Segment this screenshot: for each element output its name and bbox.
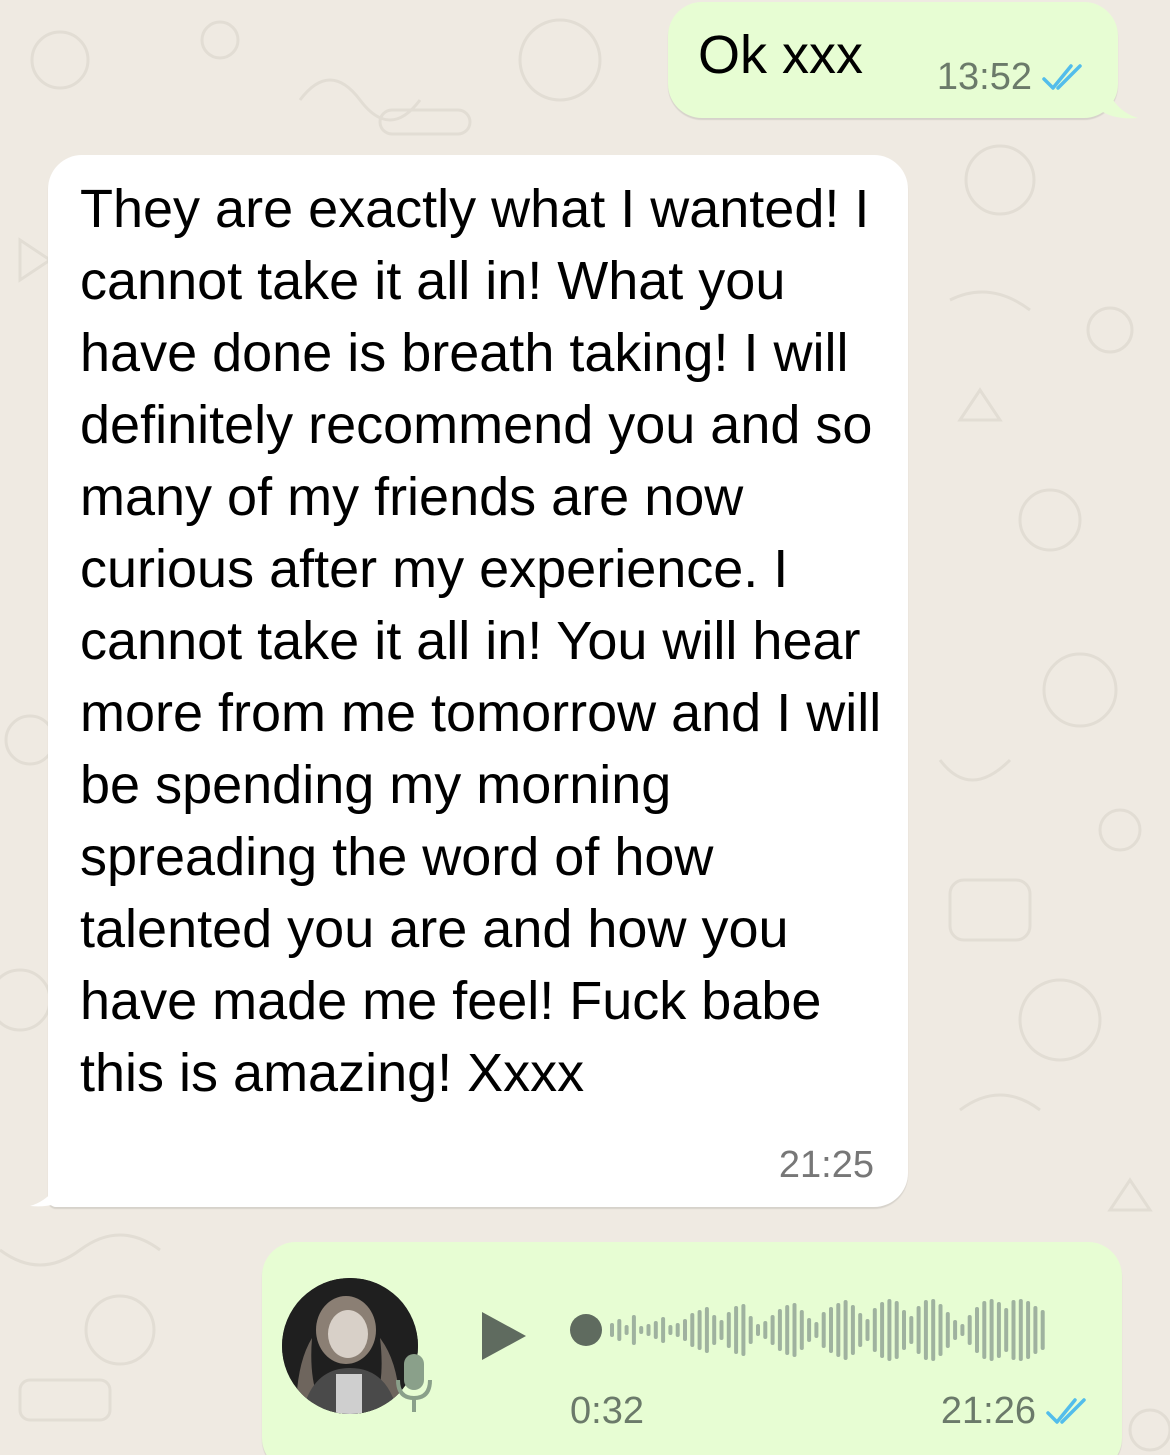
waveform-bar [1033, 1306, 1038, 1354]
waveform-bar [734, 1306, 739, 1354]
waveform-bar [690, 1313, 695, 1347]
waveform-bar [617, 1319, 622, 1341]
waveform-bar [653, 1321, 658, 1339]
waveform-bar [953, 1320, 958, 1340]
waveform-bar [982, 1301, 987, 1359]
message-time: 21:25 [778, 1144, 874, 1186]
waveform-bar [631, 1315, 636, 1345]
voice-duration: 0:32 [570, 1390, 644, 1432]
waveform-bar [748, 1316, 753, 1344]
waveform-bar [610, 1323, 614, 1337]
incoming-message-bubble[interactable]: They are exactly what I wanted! I cannot… [48, 155, 908, 1207]
waveform-bar [975, 1307, 979, 1353]
waveform-bar [923, 1300, 928, 1360]
waveform-bar [1018, 1299, 1023, 1361]
waveform-bar [945, 1312, 950, 1348]
waveform-bar [931, 1299, 936, 1361]
playback-scrubber [570, 1314, 602, 1346]
waveform-bar [1040, 1310, 1045, 1350]
message-text: Ok xxx [698, 25, 864, 85]
waveform-bar [661, 1317, 666, 1343]
microphone-icon [396, 1354, 432, 1412]
incoming-bubble-tail [30, 1160, 68, 1207]
waveform-bar [814, 1322, 819, 1338]
double-check-read-icon [1042, 63, 1082, 90]
waveform-bar [763, 1321, 768, 1339]
waveform-bar [960, 1324, 965, 1336]
waveform-bar [989, 1299, 994, 1361]
waveform-bar [894, 1301, 899, 1359]
waveform-bar [756, 1324, 760, 1336]
waveform-bar [858, 1313, 863, 1347]
waveform-bar [683, 1319, 687, 1341]
waveform-bar [996, 1302, 1001, 1358]
waveform-bar [880, 1302, 885, 1358]
audio-waveform[interactable] [570, 1294, 1070, 1366]
waveform-bar [829, 1307, 833, 1353]
waveform-bar [770, 1315, 775, 1345]
waveform-bar [675, 1323, 680, 1337]
waveform-bar [967, 1315, 972, 1345]
waveform-bar [719, 1320, 724, 1340]
waveform-bar [712, 1315, 717, 1345]
waveform-bar [741, 1304, 746, 1356]
outgoing-bubble-tail [1100, 70, 1138, 119]
waveform-bar [785, 1305, 790, 1355]
waveform-bar [1004, 1308, 1009, 1352]
waveform-bar [902, 1310, 906, 1350]
waveform-bar [624, 1325, 629, 1335]
waveform-bar [850, 1305, 855, 1355]
outgoing-message-bubble[interactable]: Ok xxx 13:52 [668, 2, 1118, 118]
waveform-bar [726, 1312, 731, 1348]
waveform-bar [821, 1312, 826, 1348]
play-icon[interactable] [478, 1310, 530, 1362]
waveform-bar [843, 1300, 848, 1360]
waveform-bar [909, 1316, 914, 1344]
waveform-bar [799, 1310, 804, 1350]
waveform-bar [639, 1326, 644, 1334]
waveform-bar [887, 1299, 892, 1361]
message-time: 21:26 [940, 1390, 1036, 1432]
waveform-bar [872, 1308, 877, 1352]
waveform-bar [668, 1325, 673, 1335]
waveform-bar [916, 1306, 921, 1354]
double-check-read-icon [1046, 1397, 1086, 1424]
message-meta: 13:52 [937, 56, 1088, 99]
waveform-bar [938, 1304, 943, 1356]
waveform-bar [704, 1307, 709, 1353]
waveform-bar [697, 1310, 702, 1350]
voice-message-bubble[interactable]: 0:32 21:26 [262, 1242, 1122, 1455]
waveform-bar [792, 1303, 797, 1357]
message-time: 13:52 [936, 56, 1032, 98]
waveform-bar [777, 1309, 782, 1351]
waveform-bar [1026, 1301, 1031, 1359]
waveform-bar [1011, 1300, 1016, 1360]
waveform-bar [836, 1303, 841, 1357]
waveform-bar [865, 1319, 870, 1341]
waveform-bar [807, 1318, 812, 1342]
message-text: They are exactly what I wanted! I cannot… [80, 179, 882, 1103]
waveform-bar [646, 1324, 651, 1336]
message-meta: 21:26 [941, 1390, 1092, 1433]
bubble-tail [1103, 2, 1104, 3]
